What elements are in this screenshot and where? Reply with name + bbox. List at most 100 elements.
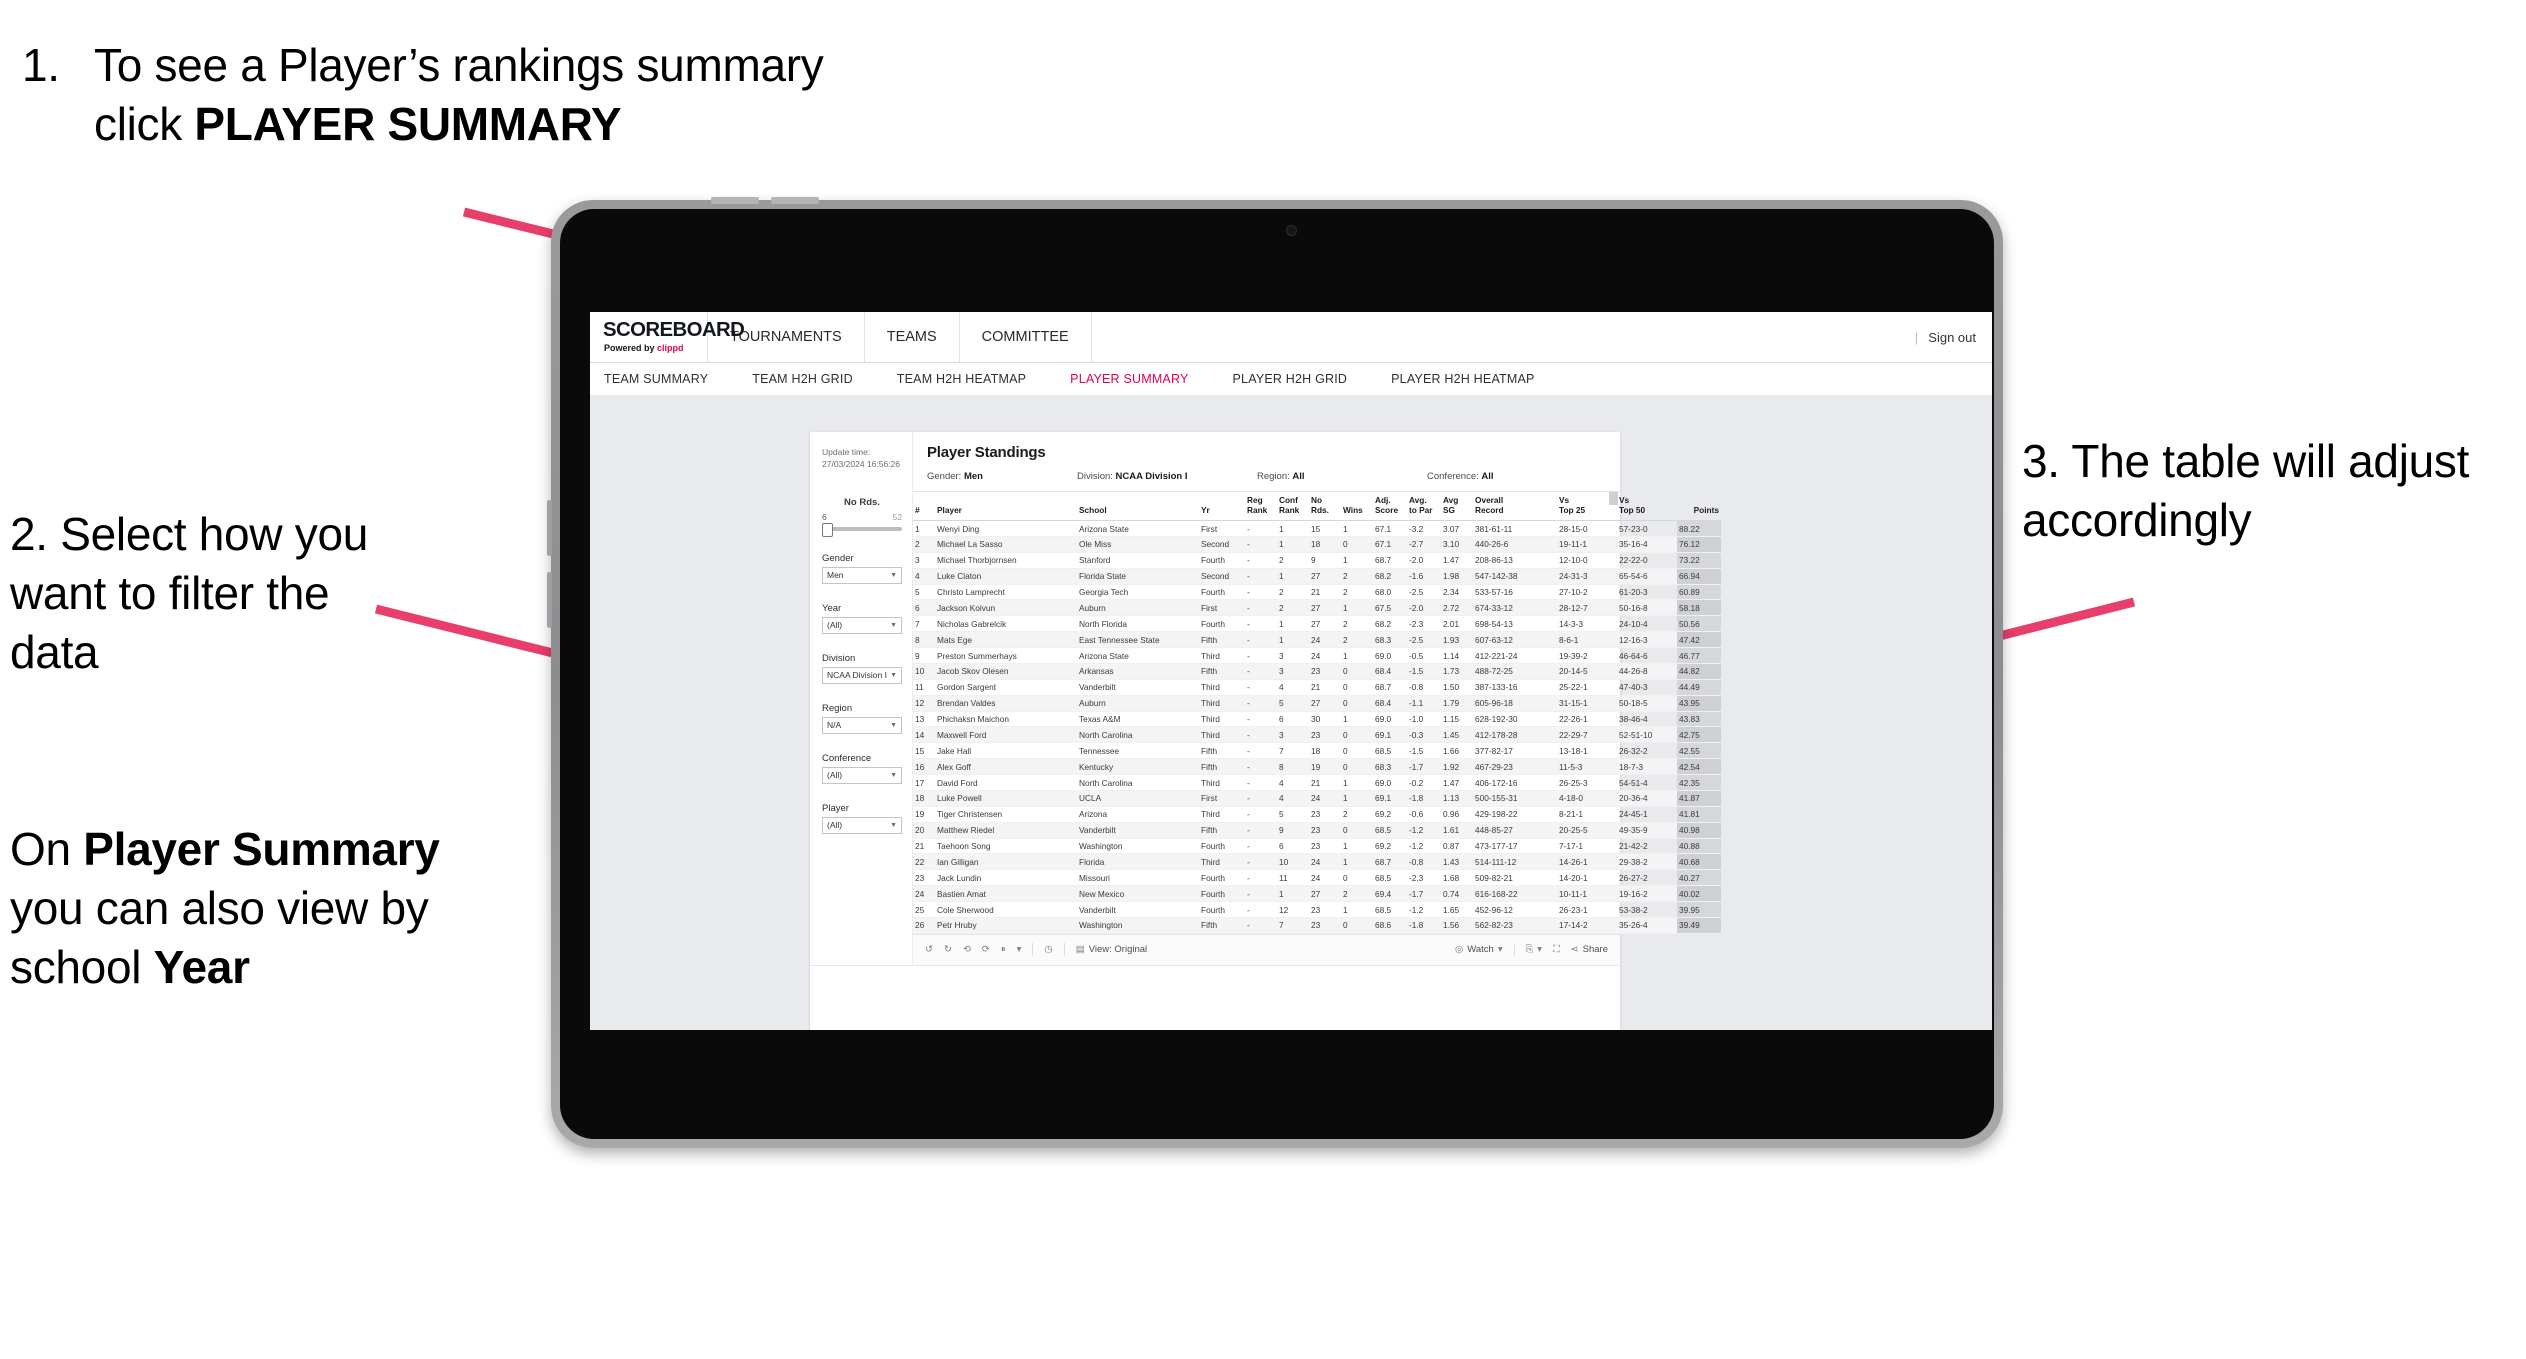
column-header[interactable]: Conf Rank bbox=[1277, 492, 1309, 522]
table-cell: 18 bbox=[1309, 742, 1341, 760]
tab-player-h2h-heatmap[interactable]: PLAYER H2H HEATMAP bbox=[1391, 372, 1556, 386]
no-rounds-filter[interactable]: No Rds. 6 52 bbox=[822, 497, 902, 537]
table-row[interactable]: 26 Petr Hruby Washington Fifth -7 23 0 68.6 -1.8… bbox=[913, 917, 1721, 934]
no-rounds-slider-track[interactable] bbox=[822, 522, 902, 537]
tab-team-summary[interactable]: TEAM SUMMARY bbox=[604, 372, 730, 386]
column-header[interactable]: Yr bbox=[1199, 492, 1245, 522]
table-cell: -2.3 bbox=[1407, 615, 1441, 633]
column-header[interactable]: Points bbox=[1677, 492, 1721, 522]
table-row[interactable]: 2 Michael La Sasso Ole Miss Second -1 18 0 67.1… bbox=[913, 536, 1721, 553]
table-row[interactable]: 8 Mats Ege East Tennessee State Fifth -1 24 2 6… bbox=[913, 631, 1721, 649]
table-row[interactable]: 4 Luke Claton Florida State Second -1 27 2 68.2… bbox=[913, 568, 1721, 585]
share-button[interactable]: ⋖ Share bbox=[1571, 944, 1608, 955]
table-row[interactable]: 13 Phichaksn Maichon Texas A&M Third -6 30 1 69… bbox=[913, 711, 1721, 728]
table-cell: 3 bbox=[913, 552, 935, 569]
no-rounds-slider-handle[interactable] bbox=[822, 522, 833, 537]
table-row[interactable]: 20 Matthew Riedel Vanderbilt Fifth -9 23 0 68.5… bbox=[913, 822, 1721, 839]
table-row[interactable]: 18 Luke Powell UCLA First -4 24 1 69.1 -1.8 1.13 5… bbox=[913, 790, 1721, 807]
table-row[interactable]: 25 Cole Sherwood Vanderbilt Fourth -12 23 1 68.… bbox=[913, 901, 1721, 918]
table-row[interactable]: 14 Maxwell Ford North Carolina Third -3 23 0 69… bbox=[913, 726, 1721, 744]
table-cell: Auburn bbox=[1077, 599, 1199, 617]
table-cell: 68.4 bbox=[1373, 695, 1407, 712]
download-button[interactable]: ⎘ ▾ bbox=[1526, 944, 1542, 955]
table-row[interactable]: 22 Ian Gilligan Florida Third -10 24 1 68.7 -0.8… bbox=[913, 853, 1721, 871]
watch-button[interactable]: ◎ Watch ▾ bbox=[1455, 944, 1503, 955]
undo-icon[interactable]: ↺ bbox=[925, 944, 933, 955]
clock-icon[interactable]: ◷ bbox=[1044, 944, 1052, 955]
dropdown-caret-icon[interactable]: ▾ bbox=[1017, 944, 1022, 955]
table-cell: 26-32-2 bbox=[1617, 742, 1677, 760]
column-header[interactable]: Adj. Score bbox=[1373, 492, 1407, 522]
column-header[interactable]: # bbox=[913, 492, 935, 522]
filter-division-select[interactable]: NCAA Division I ▼ bbox=[822, 666, 902, 684]
view-original-button[interactable]: ▤ View: Original bbox=[1076, 944, 1147, 955]
tab-player-h2h-grid[interactable]: PLAYER H2H GRID bbox=[1233, 372, 1370, 386]
eye-icon: ◎ bbox=[1454, 944, 1464, 956]
table-cell: 68.5 bbox=[1373, 901, 1407, 918]
table-row[interactable]: 1 Wenyi Ding Arizona State First -1 15 1 67.1 -3… bbox=[913, 520, 1721, 537]
table-row[interactable]: 16 Alex Goff Kentucky Fifth -8 19 0 68.3 -1.7 1.9… bbox=[913, 758, 1721, 776]
table-cell: 1 bbox=[1341, 520, 1373, 537]
table-row[interactable]: 10 Jacob Skov Olesen Arkansas Fifth -3 23 0 68.… bbox=[913, 663, 1721, 680]
table-cell: Second bbox=[1199, 536, 1245, 553]
table-row[interactable]: 5 Christo Lamprecht Georgia Tech Fourth -2 21… bbox=[913, 584, 1721, 601]
column-header[interactable]: Wins bbox=[1341, 492, 1373, 522]
table-cell: 20-25-5 bbox=[1557, 822, 1617, 839]
filter-gender-select[interactable]: Men ▼ bbox=[822, 566, 902, 584]
column-header[interactable]: Overall Record bbox=[1473, 492, 1557, 522]
sign-out-link[interactable]: Sign out bbox=[1928, 330, 1976, 345]
table-row[interactable]: 3 Michael Thorbjornsen Stanford Fourth -2 9 1 6… bbox=[913, 552, 1721, 569]
table-row[interactable]: 17 David Ford North Carolina Third -4 21 1 69.0… bbox=[913, 774, 1721, 791]
filter-conference-select[interactable]: (All) ▼ bbox=[822, 766, 902, 784]
meta-gender-value: Men bbox=[963, 471, 983, 482]
tab-team-h2h-heatmap[interactable]: TEAM H2H HEATMAP bbox=[897, 372, 1048, 386]
fullscreen-icon[interactable]: ⛶ bbox=[1553, 944, 1560, 955]
table-cell: -2.5 bbox=[1407, 631, 1441, 649]
nav-item-committee[interactable]: COMMITTEE bbox=[960, 312, 1092, 362]
table-cell: 440-26-6 bbox=[1473, 536, 1557, 553]
table-cell: 18 bbox=[1309, 536, 1341, 553]
meta-division-value: NCAA Division I bbox=[1115, 471, 1188, 482]
table-row[interactable]: 15 Jake Hall Tennessee Fifth -7 18 0 68.5 -1.5 1.… bbox=[913, 742, 1721, 760]
column-header[interactable]: Avg. to Par bbox=[1407, 492, 1441, 522]
tab-player-summary[interactable]: PLAYER SUMMARY bbox=[1070, 372, 1210, 386]
column-header[interactable]: Reg Rank bbox=[1245, 492, 1277, 522]
table-row[interactable]: 23 Jack Lundin Missouri Fourth -11 24 0 68.5 -2.… bbox=[913, 869, 1721, 887]
filter-gender-value: Men bbox=[827, 570, 844, 581]
table-cell: 29-38-2 bbox=[1617, 853, 1677, 871]
table-cell: - bbox=[1245, 615, 1277, 633]
table-row[interactable]: 6 Jackson Koivun Auburn First -2 27 1 67.5 -2.0 2… bbox=[913, 599, 1721, 617]
filter-player-select[interactable]: (All) ▼ bbox=[822, 816, 902, 834]
table-cell: 7-17-1 bbox=[1557, 838, 1617, 855]
column-header[interactable]: Avg SG bbox=[1441, 492, 1473, 522]
column-header[interactable]: Player bbox=[935, 492, 1077, 522]
table-row[interactable]: 12 Brendan Valdes Auburn Third -5 27 0 68.4 -1.1… bbox=[913, 695, 1721, 712]
callout-step-4: On Player Summary you can also view by s… bbox=[10, 820, 440, 997]
filter-year-select[interactable]: (All) ▼ bbox=[822, 616, 902, 634]
table-cell: Third bbox=[1199, 695, 1245, 712]
table-row[interactable]: 7 Nicholas Gabrelcik North Florida Fourth -1… bbox=[913, 615, 1721, 633]
tab-team-h2h-grid[interactable]: TEAM H2H GRID bbox=[752, 372, 875, 386]
table-cell: 1 bbox=[1277, 536, 1309, 553]
brand-logo[interactable]: SCOREBOARD Powered by clippd bbox=[590, 312, 745, 362]
table-cell: 0 bbox=[1341, 695, 1373, 712]
table-cell: 50.56 bbox=[1677, 615, 1721, 633]
column-header[interactable]: Vs Top 50 bbox=[1617, 492, 1677, 522]
table-row[interactable]: 24 Bastien Amat New Mexico Fourth -1 27 2 69.4-… bbox=[913, 885, 1721, 903]
table-row[interactable]: 21 Taehoon Song Washington Fourth -6 23 1 69.2-… bbox=[913, 838, 1721, 855]
redo-icon[interactable]: ↻ bbox=[944, 944, 952, 955]
pause-icon[interactable]: ⏸ bbox=[1001, 944, 1006, 955]
column-header[interactable]: No Rds. bbox=[1309, 492, 1341, 522]
table-row[interactable]: 11 Gordon Sargent Vanderbilt Third -4 21 0 68.7… bbox=[913, 679, 1721, 696]
nav-item-teams[interactable]: TEAMS bbox=[865, 312, 960, 362]
table-row[interactable]: 9 Preston Summerhays Arizona State Third -3 2… bbox=[913, 647, 1721, 664]
revert-icon[interactable]: ⟲ bbox=[963, 944, 971, 955]
column-header[interactable]: Vs Top 25 bbox=[1557, 492, 1617, 522]
table-cell: 61-20-3 bbox=[1617, 584, 1677, 601]
table-row[interactable]: 19 Tiger Christensen Arizona Third -5 23 2 69.2… bbox=[913, 806, 1721, 823]
table-cell: Washington bbox=[1077, 838, 1199, 855]
filter-region-select[interactable]: N/A ▼ bbox=[822, 716, 902, 734]
refresh-icon[interactable]: ⟳ bbox=[982, 944, 990, 955]
vertical-scrollbar[interactable] bbox=[1609, 492, 1618, 505]
column-header[interactable]: School bbox=[1077, 492, 1199, 522]
